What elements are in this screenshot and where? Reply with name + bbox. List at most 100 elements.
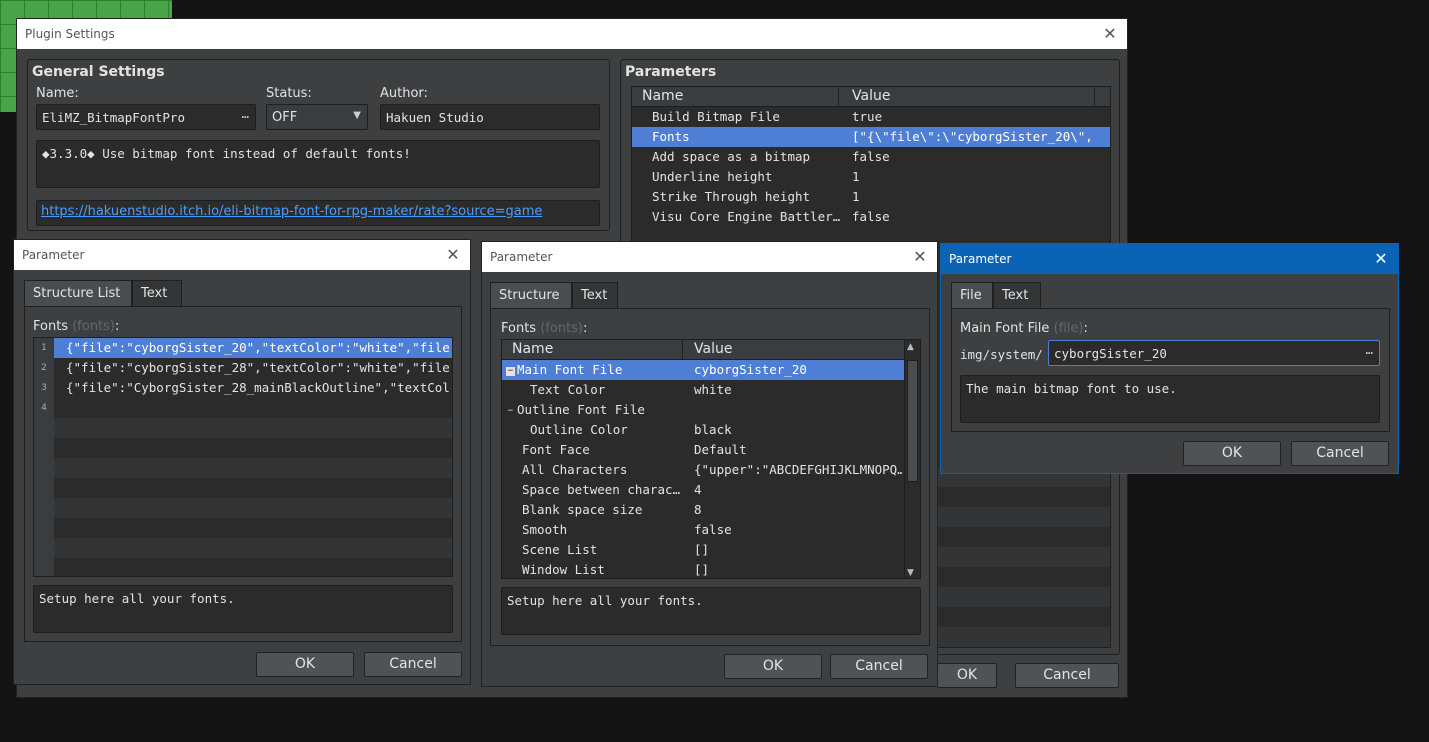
file-field[interactable]: cyborgSister_20 ⋯: [1048, 340, 1380, 366]
general-settings-heading: General Settings: [32, 64, 165, 80]
table-row[interactable]: Text Color white: [502, 380, 904, 400]
main-ok-button[interactable]: OK: [937, 663, 997, 688]
help-link[interactable]: https://hakuenstudio.itch.io/eli-bitmap-…: [41, 204, 542, 219]
table-row[interactable]: Window List []: [502, 560, 904, 578]
ok-button[interactable]: OK: [256, 652, 354, 677]
close-icon[interactable]: ✕: [1372, 249, 1390, 268]
list-item-selected[interactable]: {"file":"cyborgSister_20","textColor":"w…: [54, 338, 452, 358]
scroll-down-icon[interactable]: ▼: [907, 568, 914, 578]
close-icon[interactable]: ✕: [1101, 24, 1119, 43]
browse-ellipsis-icon[interactable]: ⋯: [1365, 345, 1373, 360]
list-item[interactable]: [54, 398, 452, 418]
row-value: true: [852, 109, 883, 124]
close-icon[interactable]: ✕: [444, 245, 462, 264]
description-box: Setup here all your fonts.: [501, 587, 921, 635]
vertical-scrollbar[interactable]: ▲ ▼: [904, 340, 920, 578]
line-number-gutter: [34, 338, 54, 576]
fonts-label-hint: (fonts): [540, 321, 584, 336]
row-value: {"upper":"ABCDEFGHIJKLMNOPQ…: [694, 462, 902, 477]
row-name: Fonts: [652, 129, 690, 144]
table-row[interactable]: Font Face Default: [502, 440, 904, 460]
row-value: false: [852, 149, 890, 164]
line-number: 4: [41, 403, 47, 413]
cancel-button[interactable]: Cancel: [830, 654, 928, 679]
close-icon[interactable]: ✕: [911, 247, 929, 266]
path-prefix: img/system/: [960, 347, 1043, 362]
status-value: OFF: [272, 110, 298, 125]
column-name-header[interactable]: Name: [642, 88, 683, 104]
column-value-header[interactable]: Value: [852, 88, 890, 104]
table-row[interactable]: Space between charac… 4: [502, 480, 904, 500]
column-name-header[interactable]: Name: [512, 341, 553, 357]
table-header: Name Value: [632, 87, 1110, 107]
ok-button[interactable]: OK: [1183, 441, 1281, 466]
row-value: 1: [852, 169, 860, 184]
cancel-button[interactable]: Cancel: [364, 652, 462, 677]
browse-ellipsis-icon[interactable]: ⋯: [241, 109, 249, 124]
list-item-text: {"file":"cyborgSister_20","textColor":"w…: [66, 340, 450, 355]
empty-row: [54, 458, 452, 478]
table-row[interactable]: Visu Core Engine Battler… false: [632, 207, 1110, 227]
collapse-minus-icon[interactable]: −: [506, 367, 515, 376]
tab-text[interactable]: Text: [993, 282, 1041, 308]
row-name: Underline height: [652, 169, 773, 184]
parameter-dialog-main-font-file: Parameter ✕ File Text Main Font File (fi…: [940, 243, 1399, 474]
collapse-minus-icon[interactable]: −: [506, 407, 515, 416]
author-value: Hakuen Studio: [386, 110, 484, 125]
row-name: All Characters: [522, 462, 628, 477]
fonts-label-colon: :: [583, 321, 588, 336]
fonts-label-hint: (fonts): [72, 319, 116, 334]
table-row[interactable]: All Characters {"upper":"ABCDEFGHIJKLMNO…: [502, 460, 904, 480]
row-value: []: [694, 562, 710, 577]
table-row[interactable]: Build Bitmap File true: [632, 107, 1110, 127]
list-item-text: {"file":"CyborgSister_28_mainBlackOutlin…: [66, 380, 450, 395]
help-link-field[interactable]: https://hakuenstudio.itch.io/eli-bitmap-…: [36, 200, 600, 226]
column-value-header[interactable]: Value: [694, 341, 732, 357]
row-name: Scene List: [522, 542, 598, 557]
row-value: black: [694, 422, 732, 437]
author-field[interactable]: Hakuen Studio: [380, 104, 600, 130]
table-row-selected[interactable]: Fonts ["{\"file\":\"cyborgSister_20\",…: [632, 127, 1110, 147]
main-font-file-label: Main Font File (file):: [960, 321, 1088, 336]
fonts-list-editor[interactable]: {"file":"cyborgSister_20","textColor":"w…: [33, 337, 453, 577]
file-value: cyborgSister_20: [1054, 346, 1167, 361]
main-cancel-button[interactable]: Cancel: [1015, 663, 1119, 688]
description-field[interactable]: ◆3.3.0◆ Use bitmap font instead of defau…: [36, 140, 600, 188]
table-row[interactable]: Smooth false: [502, 520, 904, 540]
name-field[interactable]: EliMZ_BitmapFontPro ⋯: [36, 104, 256, 130]
table-row[interactable]: Outline Color black: [502, 420, 904, 440]
window-title: Plugin Settings: [25, 27, 115, 41]
table-row[interactable]: Scene List []: [502, 540, 904, 560]
list-item[interactable]: {"file":"cyborgSister_28","textColor":"w…: [54, 358, 452, 378]
structure-table: Name Value − Main Font File cyborgSister_…: [501, 339, 921, 579]
ok-button[interactable]: OK: [724, 654, 822, 679]
table-row[interactable]: Underline height 1: [632, 167, 1110, 187]
cancel-button[interactable]: Cancel: [1291, 441, 1389, 466]
tab-file[interactable]: File: [951, 282, 993, 308]
description-text: Setup here all your fonts.: [507, 593, 703, 608]
scrollbar-thumb[interactable]: [907, 360, 918, 482]
list-item[interactable]: {"file":"CyborgSister_28_mainBlackOutlin…: [54, 378, 452, 398]
dialog-title: Parameter: [490, 250, 553, 264]
dialog-titlebar: Parameter ✕: [941, 244, 1398, 274]
parameters-heading: Parameters: [625, 64, 717, 80]
tab-text[interactable]: Text: [132, 280, 182, 306]
row-name: Add space as a bitmap: [652, 149, 811, 164]
tab-text[interactable]: Text: [572, 282, 618, 308]
tab-structure[interactable]: Structure: [490, 282, 572, 308]
general-settings-panel: General Settings Name: EliMZ_BitmapFontP…: [27, 59, 610, 231]
status-select[interactable]: OFF ▼: [266, 104, 368, 130]
row-value: 4: [694, 482, 702, 497]
empty-row: [54, 538, 452, 558]
main-font-file-label-hint: (file): [1053, 321, 1084, 336]
line-number: 3: [41, 383, 47, 393]
table-row[interactable]: Blank space size 8: [502, 500, 904, 520]
tab-structure-list[interactable]: Structure List: [24, 280, 132, 306]
row-name: Main Font File: [517, 362, 623, 377]
table-row[interactable]: Strike Through height 1: [632, 187, 1110, 207]
table-row-selected[interactable]: − Main Font File cyborgSister_20: [502, 360, 904, 380]
table-row[interactable]: − Outline Font File: [502, 400, 904, 420]
table-row[interactable]: Add space as a bitmap false: [632, 147, 1110, 167]
fonts-label: Fonts (fonts):: [33, 319, 119, 334]
scroll-up-icon[interactable]: ▲: [907, 342, 914, 352]
